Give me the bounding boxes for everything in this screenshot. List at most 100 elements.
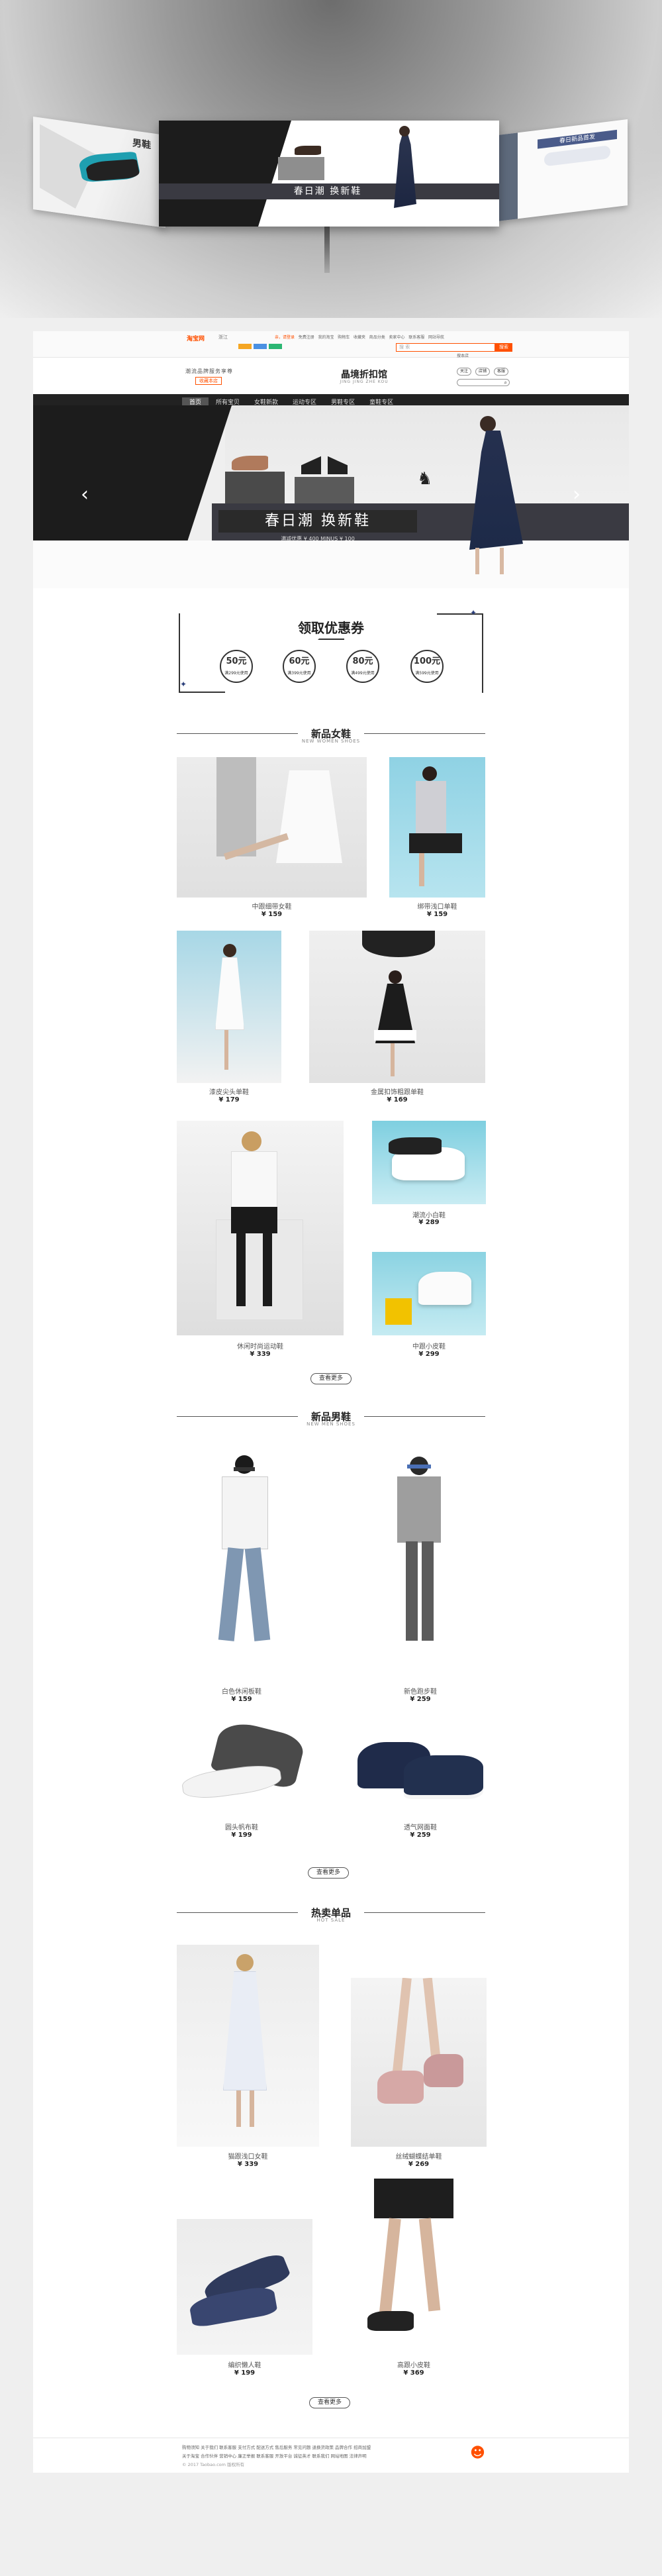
view-more-button[interactable]: 查看更多	[310, 1373, 352, 1384]
shop-nav: 首页 所有宝贝 女鞋新款 运动专区 男鞋专区 童鞋专区	[33, 394, 629, 409]
shoe-image	[389, 1137, 442, 1155]
view-more-button[interactable]: 查看更多	[309, 2397, 350, 2408]
shop-action-button[interactable]: 关注	[457, 368, 471, 376]
banner-prev-arrow[interactable]: ‹	[81, 485, 89, 505]
coupon-60[interactable]: 60元 满399元使用	[283, 650, 316, 683]
model-headband	[407, 1465, 431, 1468]
product-image[interactable]	[177, 1945, 319, 2147]
hanging-balloons	[362, 931, 435, 957]
model-skirt	[409, 833, 462, 853]
model-glasses	[234, 1467, 255, 1471]
model-leg	[422, 1541, 434, 1641]
top-link[interactable]: 购物车	[338, 335, 350, 340]
product-price: ¥ 299	[418, 1351, 440, 1358]
top-link[interactable]: 商品分类	[369, 335, 385, 340]
copyright: © 2017 Taobao.com 版权所有	[182, 2462, 245, 2467]
product-price: ¥ 339	[250, 1351, 271, 1358]
product-name[interactable]: 新色跑步鞋	[367, 1686, 473, 1696]
taobao-logo[interactable]: 淘宝网	[187, 334, 205, 342]
top-link[interactable]: 收藏夹	[354, 335, 365, 340]
product-image[interactable]	[177, 931, 281, 1083]
top-link[interactable]: 亲，请登录	[275, 335, 295, 340]
model-leg	[236, 2090, 241, 2127]
product-image[interactable]	[389, 757, 485, 898]
banner-next-arrow[interactable]: ›	[573, 485, 581, 505]
product-image[interactable]	[189, 1449, 295, 1667]
search-input[interactable]: 搜 索	[396, 343, 495, 352]
coupon-50[interactable]: 50元 满299元使用	[220, 650, 253, 683]
bow-icon: ✦	[180, 680, 187, 689]
product-image[interactable]	[175, 1716, 308, 1815]
product-image[interactable]	[341, 2179, 487, 2355]
model-leg	[379, 2218, 401, 2318]
banner-floor	[33, 541, 629, 588]
product-name[interactable]: 潮流小白鞋	[372, 1210, 486, 1219]
mockup-right-panel: 春日新品首发	[498, 119, 628, 222]
product-image[interactable]	[372, 1121, 486, 1204]
view-more-button[interactable]: 查看更多	[308, 1867, 349, 1879]
product-image[interactable]	[372, 1252, 486, 1335]
section-heading-women: 新品女鞋 NEW WOMEN SHOES	[177, 725, 485, 747]
coupon-title: 领取优惠券	[298, 620, 364, 636]
search-shop-link[interactable]: 搜本店	[457, 352, 469, 358]
product-name[interactable]: 透气网面鞋	[351, 1822, 490, 1831]
product-name[interactable]: 丝绒蝴蝶结单鞋	[351, 2151, 487, 2161]
top-link[interactable]: 免费注册	[299, 335, 314, 340]
model-head	[389, 970, 402, 984]
model-leg	[391, 1043, 395, 1076]
product-name[interactable]: 中跟小皮鞋	[372, 1341, 486, 1351]
coupon-amount: 80元	[352, 656, 373, 666]
product-image[interactable]	[177, 757, 367, 898]
model-head	[236, 1954, 254, 1971]
product-image[interactable]	[367, 1449, 473, 1667]
product-name[interactable]: 休闲时尚运动鞋	[177, 1341, 344, 1351]
top-link[interactable]: 网站导航	[428, 335, 444, 340]
model-head	[242, 1131, 261, 1151]
shop-header: 潮流品牌服务享尊 收藏本店 晶境折扣馆 JING JING ZHE KOU 关注…	[33, 361, 629, 391]
product-image[interactable]	[351, 1978, 487, 2147]
coupon-80[interactable]: 80元 满499元使用	[346, 650, 379, 683]
follow-shop-button[interactable]: 收藏本店	[195, 377, 222, 385]
hero-banner[interactable]: ♞ 春日潮 换新鞋 满减优惠 ¥ 400 MINUS ¥ 100 ‹ ›	[33, 405, 629, 588]
model-leg	[263, 1233, 272, 1306]
shop-badges	[238, 344, 302, 350]
product-name[interactable]: 白色休闲板鞋	[189, 1686, 295, 1696]
product-name[interactable]: 圆头帆布鞋	[175, 1822, 308, 1831]
shoe-image	[180, 1761, 283, 1802]
product-name[interactable]: 高跟小皮鞋	[341, 2359, 487, 2369]
top-link[interactable]: 联系客服	[408, 335, 424, 340]
model-leg	[392, 1978, 412, 2078]
product-price: ¥ 199	[231, 1831, 252, 1839]
shop-action-button[interactable]: 客服	[494, 368, 508, 376]
product-name[interactable]: 漆皮尖头单鞋	[177, 1086, 281, 1096]
badge-icon	[254, 344, 267, 349]
cat-icon: ♞	[417, 469, 433, 489]
coupon-100[interactable]: 100元 满599元使用	[410, 650, 444, 683]
shop-action-button[interactable]: 店铺	[475, 368, 490, 376]
top-link[interactable]: 卖家中心	[389, 335, 405, 340]
shoe-image	[418, 1272, 471, 1305]
model-dress	[215, 957, 244, 1030]
product-name[interactable]: 猫跟浅口女鞋	[177, 2151, 319, 2161]
model-leg	[406, 1541, 418, 1641]
product-price: ¥ 289	[418, 1219, 440, 1226]
search-icon[interactable]: ⌕	[504, 380, 507, 386]
stand-post	[324, 227, 330, 273]
product-image[interactable]	[177, 2219, 312, 2355]
product-image[interactable]	[309, 931, 485, 1083]
search-button[interactable]: 搜索	[495, 343, 512, 352]
product-image[interactable]	[177, 1121, 344, 1335]
model-leg	[418, 2218, 441, 2312]
model-hoodie	[397, 1476, 441, 1543]
product-image[interactable]	[351, 1716, 490, 1815]
model-shorts	[374, 2179, 453, 2218]
product-name[interactable]: 编织懒人鞋	[177, 2359, 312, 2369]
product-name[interactable]: 中跟细带女鞋	[177, 901, 367, 911]
section-subtitle: NEW MEN SHOES	[307, 1421, 355, 1427]
product-name[interactable]: 金属扣饰粗跟单鞋	[309, 1086, 485, 1096]
product-name[interactable]: 绑带浅口单鞋	[389, 901, 485, 911]
shoe-image	[232, 456, 268, 470]
top-link[interactable]: 我的淘宝	[318, 335, 334, 340]
shop-search-input[interactable]: ⌕	[457, 379, 510, 386]
model-skirt	[231, 1207, 277, 1233]
